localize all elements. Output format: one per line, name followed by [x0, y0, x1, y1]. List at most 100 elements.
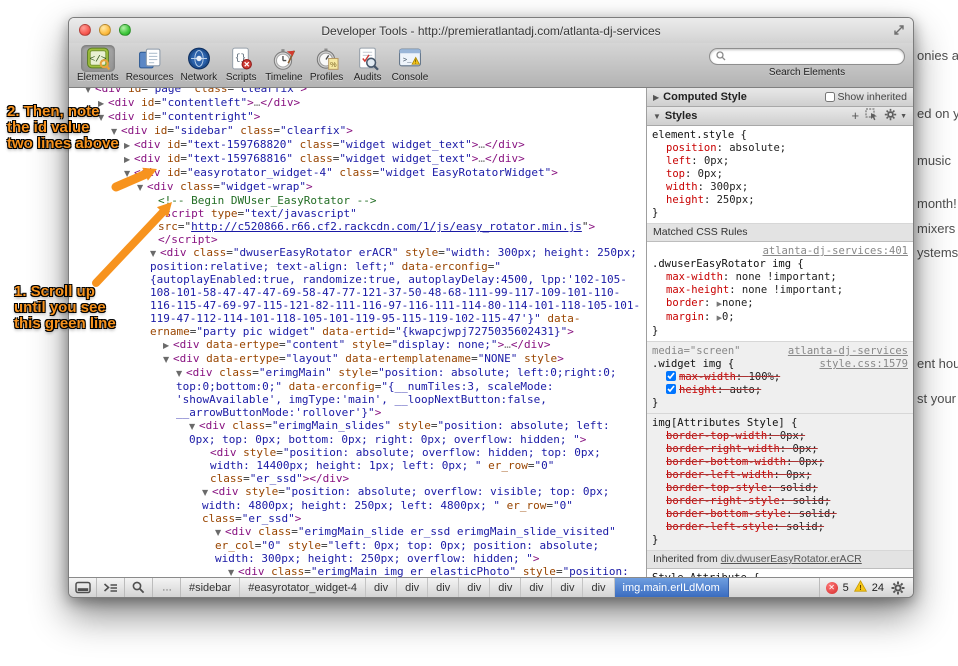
property-enabled-checkbox[interactable] [666, 371, 676, 381]
collapse-toggle-icon[interactable]: ▼ [215, 526, 225, 539]
dom-tree-node[interactable]: ▼<div style="position: absolute; overflo… [69, 485, 642, 525]
toolbar-tab-network[interactable]: Network [181, 45, 218, 83]
dom-tree-node[interactable]: ▼<div data-ertype="layout" data-ertempla… [69, 352, 642, 366]
dom-tree-node[interactable]: ▶<div data-ertype="content" style="displ… [69, 338, 642, 352]
show-inherited-checkbox[interactable]: Show inherited [825, 91, 907, 103]
dom-tree-node[interactable]: ▶<div id="text-159768820" class="widget … [69, 138, 642, 152]
css-property[interactable]: left: 0px; [652, 155, 908, 168]
search-icon[interactable] [125, 578, 153, 597]
expand-toggle-icon[interactable]: ▶ [653, 93, 659, 102]
error-count[interactable]: 5 [843, 582, 849, 594]
collapse-toggle-icon[interactable]: ▼ [228, 566, 238, 577]
close-button[interactable] [79, 24, 91, 36]
css-property[interactable]: max-height: none !important; [652, 284, 908, 297]
breadcrumb-item[interactable]: div [397, 578, 428, 597]
collapse-toggle-icon[interactable]: ▼ [150, 247, 160, 260]
expand-toggle-icon[interactable]: ▶ [124, 153, 134, 166]
inspect-element-icon[interactable] [865, 108, 878, 124]
css-property[interactable]: height: 250px; [652, 194, 908, 207]
collapse-toggle-icon[interactable]: ▼ [202, 486, 212, 499]
settings-gear-icon[interactable] [884, 108, 897, 124]
css-property[interactable]: border-left-style: solid; [652, 521, 908, 534]
css-selector[interactable]: .widget img { [652, 358, 734, 371]
title-bar[interactable]: Developer Tools - http://premieratlantad… [69, 18, 913, 43]
expand-toggle-icon[interactable]: ▶ [124, 139, 134, 152]
css-selector[interactable]: .dwuserEasyRotator img { [652, 258, 804, 271]
new-style-rule-button[interactable]: + [851, 111, 859, 121]
dom-tree-node[interactable]: ▼<div id="sidebar" class="clearfix"> [69, 124, 642, 138]
css-property[interactable]: width: 300px; [652, 181, 908, 194]
console-drawer-icon[interactable] [97, 578, 125, 597]
css-property[interactable]: border-right-width: 0px; [652, 443, 908, 456]
resize-icon[interactable] [893, 23, 905, 41]
search-input[interactable] [729, 49, 898, 64]
dom-tree-node[interactable]: <script type="text/javascript" src="http… [69, 207, 642, 246]
dom-tree-node[interactable]: ▶<div id="text-159768816" class="widget … [69, 152, 642, 166]
dom-tree-node[interactable]: ▼<div id="easyrotator_widget-4" class="w… [69, 166, 642, 180]
dom-tree-node[interactable]: <div style="position: absolute; overflow… [69, 446, 642, 485]
css-selector[interactable]: img[Attributes Style] { [652, 417, 797, 430]
collapse-toggle-icon[interactable]: ▼ [85, 88, 95, 96]
toolbar-tab-audits[interactable]: Audits [351, 45, 385, 83]
minimize-button[interactable] [99, 24, 111, 36]
collapse-toggle-icon[interactable]: ▼ [163, 353, 173, 366]
dom-tree-node[interactable]: ▼<div class="erimgMain_slides" style="po… [69, 419, 642, 446]
stylesheet-link[interactable]: style.css:1579 [819, 358, 908, 371]
property-enabled-checkbox[interactable] [666, 384, 676, 394]
breadcrumb-item[interactable]: div [521, 578, 552, 597]
collapse-toggle-icon[interactable]: ▼ [653, 112, 661, 121]
dom-tree-node[interactable]: ▼<div id="contentright"> [69, 110, 642, 124]
css-property[interactable]: border-bottom-width: 0px; [652, 456, 908, 469]
breadcrumb-item[interactable]: #sidebar [181, 578, 240, 597]
dom-tree-node[interactable]: ▼<div class="widget-wrap"> [69, 180, 642, 194]
css-property[interactable]: position: absolute; [652, 142, 908, 155]
breadcrumb-item[interactable]: div [552, 578, 583, 597]
zoom-button[interactable] [119, 24, 131, 36]
stylesheet-link[interactable]: atlanta-dj-services:401 [763, 245, 908, 257]
expand-toggle-icon[interactable]: ▶ [163, 339, 173, 352]
dom-tree-node[interactable]: ▼<div class="dwuserEasyRotator erACR" st… [69, 246, 642, 338]
css-property[interactable]: margin: ▶0; [652, 311, 908, 325]
elements-tree-panel[interactable]: ▼<div id="page" class="clearfix">▶<div i… [69, 88, 646, 577]
css-property[interactable]: border-top-width: 0px; [652, 430, 908, 443]
dock-side-icon[interactable] [69, 578, 97, 597]
css-property[interactable]: height: auto; [652, 384, 908, 397]
breadcrumb-item[interactable]: div [583, 578, 614, 597]
toolbar-tab-scripts[interactable]: {}Scripts [224, 45, 258, 83]
breadcrumb-item[interactable]: img.main.erILdMom [615, 578, 729, 597]
toolbar-tab-resources[interactable]: Resources [126, 45, 174, 83]
styles-header[interactable]: ▼ Styles + ▼ [647, 107, 913, 126]
breadcrumb-item[interactable]: div [428, 578, 459, 597]
overflow-ellipsis-icon[interactable]: … [153, 578, 181, 597]
stylesheet-link[interactable]: atlanta-dj-services [788, 345, 908, 358]
collapse-toggle-icon[interactable]: ▼ [137, 181, 147, 194]
error-count-icon[interactable]: ✕ [826, 582, 838, 594]
dom-tree-node[interactable]: ▼<div class="erimgMain_slide er_ssd erim… [69, 525, 642, 565]
toolbar-tab-timeline[interactable]: Timeline [265, 45, 302, 83]
css-property[interactable]: max-width: 100%; [652, 371, 908, 384]
dom-tree-node[interactable]: ▶<div id="contentleft">…</div> [69, 96, 642, 110]
css-property[interactable]: border-left-width: 0px; [652, 469, 908, 482]
toolbar-tab-elements[interactable]: </>Elements [77, 45, 119, 83]
breadcrumb-item[interactable]: div [490, 578, 521, 597]
css-property[interactable]: top: 0px; [652, 168, 908, 181]
css-property[interactable]: border-top-style: solid; [652, 482, 908, 495]
breadcrumb-item[interactable]: div [459, 578, 490, 597]
inherited-node-link[interactable]: div.dwuserEasyRotator.erACR [721, 553, 862, 565]
warning-count[interactable]: 24 [872, 582, 884, 594]
breadcrumb-item[interactable]: #easyrotator_widget-4 [240, 578, 366, 597]
collapse-toggle-icon[interactable]: ▼ [176, 367, 186, 380]
computed-style-header[interactable]: ▶ Computed Style Show inherited [647, 88, 913, 107]
dom-tree-node[interactable]: ▼<div id="page" class="clearfix"> [69, 88, 642, 96]
breadcrumb-item[interactable]: div [366, 578, 397, 597]
settings-gear-icon[interactable] [889, 581, 907, 595]
css-property[interactable]: border-bottom-style: solid; [652, 508, 908, 521]
toolbar-tab-profiles[interactable]: %Profiles [310, 45, 344, 83]
css-property[interactable]: border: ▶none; [652, 297, 908, 311]
css-property[interactable]: max-width: none !important; [652, 271, 908, 284]
toolbar-tab-console[interactable]: >_!Console [392, 45, 429, 83]
dom-tree-node[interactable]: ▼<div class="erimgMain_img er_elasticPho… [69, 565, 642, 577]
dom-tree-node[interactable]: ▼<div class="erimgMain" style="position:… [69, 366, 642, 419]
resource-link[interactable]: http://c520866.r66.cf2.rackcdn.com/1/js/… [191, 220, 582, 233]
collapse-toggle-icon[interactable]: ▼ [124, 167, 134, 180]
